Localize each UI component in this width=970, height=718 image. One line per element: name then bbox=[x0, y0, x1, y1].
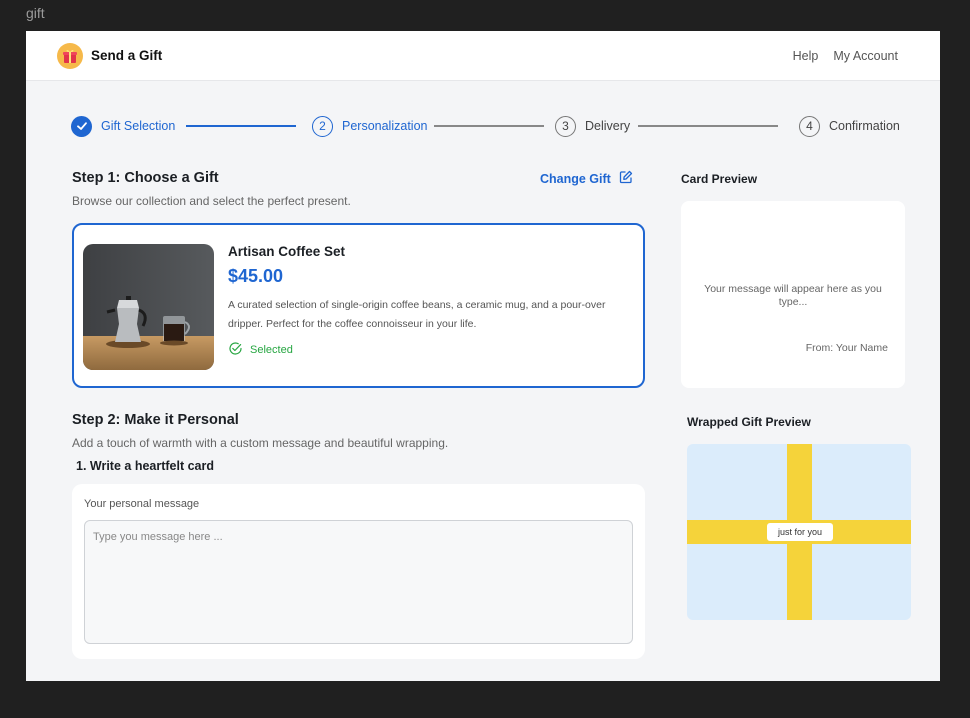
gift-price: $45.00 bbox=[228, 266, 284, 286]
gift-name: Artisan Coffee Set bbox=[228, 244, 346, 259]
message-label: Your personal message bbox=[84, 498, 200, 510]
change-gift-button[interactable]: Change Gift bbox=[540, 170, 633, 187]
wrap-preview-title: Wrapped Gift Preview bbox=[687, 415, 811, 429]
app-window: Send a Gift Help My Account Gift Selecti… bbox=[26, 31, 940, 681]
card-preview-title: Card Preview bbox=[681, 172, 758, 186]
step-confirmation[interactable]: 4 Confirmation bbox=[799, 114, 900, 138]
step-connector bbox=[186, 125, 296, 127]
gift-description: A curated selection of single-origin cof… bbox=[228, 299, 606, 330]
step-label: Gift Selection bbox=[101, 119, 176, 133]
step-number: 3 bbox=[555, 115, 576, 137]
change-gift-label: Change Gift bbox=[540, 171, 611, 186]
message-panel: Your personal message bbox=[72, 484, 645, 659]
my-account-link[interactable]: My Account bbox=[833, 49, 898, 63]
step-connector bbox=[434, 125, 544, 127]
card-preview-from: From: Your Name bbox=[805, 342, 888, 354]
selected-gift-card[interactable]: Artisan Coffee Set $45.00 A curated sele… bbox=[72, 223, 645, 388]
edit-icon bbox=[619, 170, 633, 187]
step-label: Personalization bbox=[342, 119, 428, 133]
step-number: 4 bbox=[799, 115, 820, 137]
brand-name: Send a Gift bbox=[91, 48, 163, 63]
step-label: Delivery bbox=[585, 119, 631, 133]
progress-stepper: Gift Selection 2 Personalization 3 Deliv… bbox=[71, 114, 900, 138]
card-preview-message: Your message will appear here as you typ… bbox=[704, 283, 882, 308]
step1-title: Step 1: Choose a Gift bbox=[72, 170, 219, 186]
step-label: Confirmation bbox=[829, 119, 900, 133]
step-delivery[interactable]: 3 Delivery bbox=[555, 114, 630, 138]
card-preview: Your message will appear here as you typ… bbox=[681, 201, 905, 388]
step-number: 2 bbox=[312, 115, 333, 137]
gift-product-image bbox=[83, 244, 214, 370]
top-bar: Send a Gift Help My Account bbox=[26, 31, 940, 81]
card-section-title: 1. Write a heartfelt card bbox=[76, 459, 215, 473]
check-icon bbox=[71, 115, 92, 137]
step1-subtitle: Browse our collection and select the per… bbox=[72, 194, 351, 208]
window-title: gift bbox=[26, 5, 45, 21]
gift-logo-icon bbox=[57, 43, 83, 69]
gift-tag: just for you bbox=[767, 523, 833, 541]
step2-title: Step 2: Make it Personal bbox=[72, 412, 239, 428]
wrapped-gift-preview: just for you bbox=[687, 444, 911, 620]
message-input[interactable] bbox=[84, 520, 633, 644]
step-connector bbox=[638, 125, 778, 127]
step-personalization[interactable]: 2 Personalization bbox=[312, 114, 427, 138]
top-nav: Help My Account bbox=[793, 49, 898, 63]
check-circle-icon bbox=[228, 341, 243, 359]
step-gift-selection[interactable]: Gift Selection bbox=[71, 114, 175, 138]
help-link[interactable]: Help bbox=[793, 49, 819, 63]
selected-badge: Selected bbox=[228, 341, 293, 359]
selected-label: Selected bbox=[250, 344, 293, 356]
step2-subtitle: Add a touch of warmth with a custom mess… bbox=[72, 436, 449, 450]
